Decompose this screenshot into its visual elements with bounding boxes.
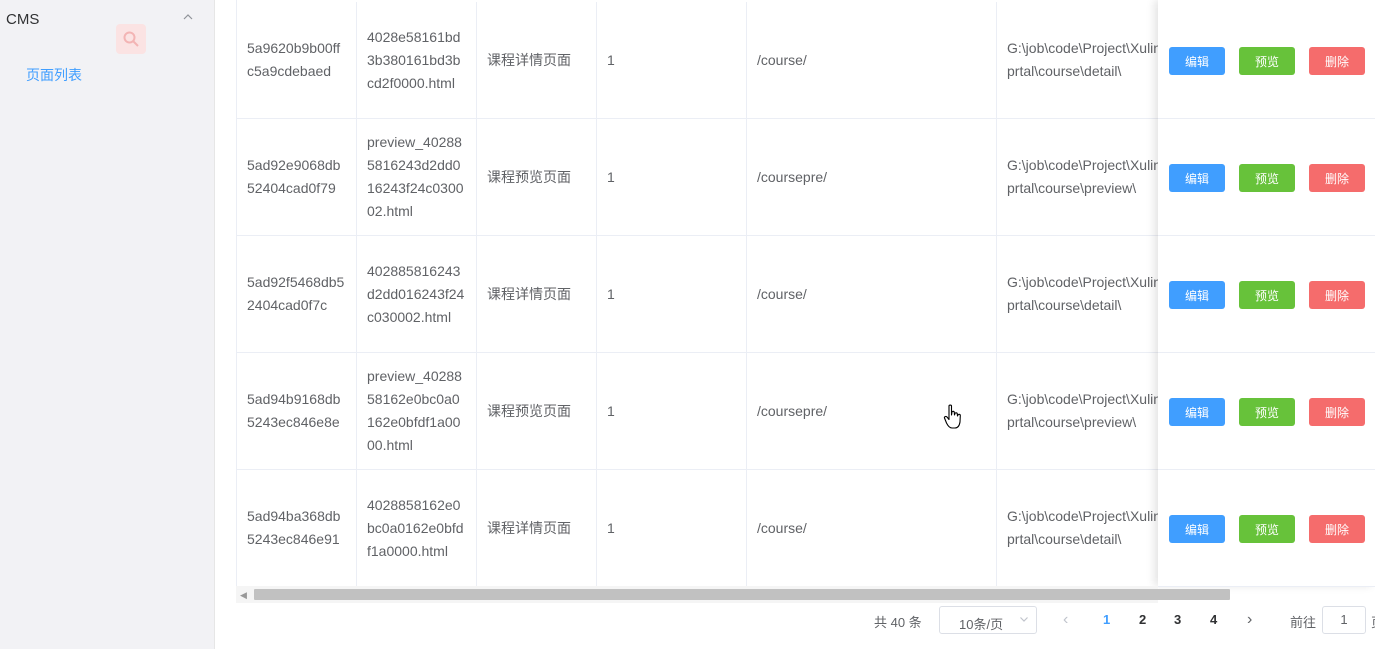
goto-page-input[interactable]: 1 [1322, 606, 1366, 634]
page-2[interactable]: 2 [1139, 612, 1146, 627]
action-row: 编辑 预览 删除 [1158, 353, 1375, 470]
cell-number: 1 [597, 353, 747, 469]
actions-column: 编辑 预览 删除 编辑 预览 删除 编辑 预览 删除 编辑 预览 删除 编辑 预… [1158, 0, 1375, 587]
cell-page-id: 5ad92e9068db52404cad0f79 [237, 119, 357, 235]
sidebar: CMS 页面列表 [0, 0, 215, 649]
cell-page-type: 课程详情页面 [477, 2, 597, 118]
page-4[interactable]: 4 [1210, 612, 1217, 627]
search-icon[interactable] [116, 24, 146, 54]
edit-button[interactable]: 编辑 [1169, 281, 1225, 309]
pagination: 共 40 条 10条/页 ‹ 1 2 3 4 › 前往 1 页 [0, 606, 1375, 634]
cell-number: 1 [597, 119, 747, 235]
cell-html-file: preview_402885816243d2dd016243f24c030002… [357, 119, 477, 235]
preview-button[interactable]: 预览 [1239, 47, 1295, 75]
delete-button[interactable]: 删除 [1309, 515, 1365, 543]
goto-label: 前往 [1290, 615, 1317, 630]
cell-html-file: preview_4028858162e0bc0a0162e0bfdf1a0000… [357, 353, 477, 469]
page-size-select[interactable]: 10条/页 [939, 606, 1037, 634]
preview-button[interactable]: 预览 [1239, 515, 1295, 543]
edit-button[interactable]: 编辑 [1169, 515, 1225, 543]
chevron-up-icon[interactable] [183, 12, 193, 22]
chevron-right-icon[interactable]: › [1247, 611, 1252, 629]
cell-number: 1 [597, 470, 747, 586]
cell-html-file: 4028e58161bd3b380161bd3bcd2f0000.html [357, 2, 477, 118]
sidebar-item-page-list[interactable]: 页面列表 [26, 65, 82, 85]
chevron-down-icon [1020, 617, 1028, 622]
page-size-value: 10条/页 [959, 617, 1004, 632]
action-row: 编辑 预览 删除 [1158, 2, 1375, 119]
cell-number: 1 [597, 236, 747, 352]
preview-button[interactable]: 预览 [1239, 398, 1295, 426]
cell-page-type: 课程详情页面 [477, 470, 597, 586]
preview-button[interactable]: 预览 [1239, 281, 1295, 309]
sidebar-title[interactable]: CMS [6, 11, 39, 28]
action-row: 编辑 预览 删除 [1158, 236, 1375, 353]
action-row: 编辑 预览 删除 [1158, 470, 1375, 587]
chevron-left-icon[interactable]: ‹ [1063, 611, 1068, 629]
cell-page-id: 5a9620b9b00ffc5a9cdebaed [237, 2, 357, 118]
cell-page-type: 课程预览页面 [477, 119, 597, 235]
page-suffix: 页 [1371, 612, 1375, 631]
hand-cursor-icon [943, 404, 961, 429]
action-row: 编辑 预览 删除 [1158, 119, 1375, 236]
cell-page-type: 课程预览页面 [477, 353, 597, 469]
total-count: 共 40 条 [874, 615, 922, 630]
page-1[interactable]: 1 [1103, 612, 1110, 627]
cell-web-path: /course/ [747, 2, 997, 118]
cell-page-type: 课程详情页面 [477, 236, 597, 352]
cell-html-file: 402885816243d2dd016243f24c030002.html [357, 236, 477, 352]
cell-web-path: /course/ [747, 470, 997, 586]
scrollbar-thumb[interactable] [254, 589, 1230, 600]
edit-button[interactable]: 编辑 [1169, 47, 1225, 75]
delete-button[interactable]: 删除 [1309, 398, 1365, 426]
page-3[interactable]: 3 [1174, 612, 1181, 627]
edit-button[interactable]: 编辑 [1169, 398, 1225, 426]
cell-page-id: 5ad92f5468db52404cad0f7c [237, 236, 357, 352]
delete-button[interactable]: 删除 [1309, 164, 1365, 192]
preview-button[interactable]: 预览 [1239, 164, 1295, 192]
edit-button[interactable]: 编辑 [1169, 164, 1225, 192]
scroll-left-icon[interactable]: ◀ [240, 590, 247, 601]
cell-number: 1 [597, 2, 747, 118]
cell-html-file: 4028858162e0bc0a0162e0bfdf1a0000.html [357, 470, 477, 586]
delete-button[interactable]: 删除 [1309, 47, 1365, 75]
delete-button[interactable]: 删除 [1309, 281, 1365, 309]
cell-web-path: /course/ [747, 236, 997, 352]
cell-page-id: 5ad94b9168db5243ec846e8e [237, 353, 357, 469]
horizontal-scrollbar[interactable]: ◀ [236, 586, 1230, 603]
cell-page-id: 5ad94ba368db5243ec846e91 [237, 470, 357, 586]
cell-web-path: /coursepre/ [747, 119, 997, 235]
